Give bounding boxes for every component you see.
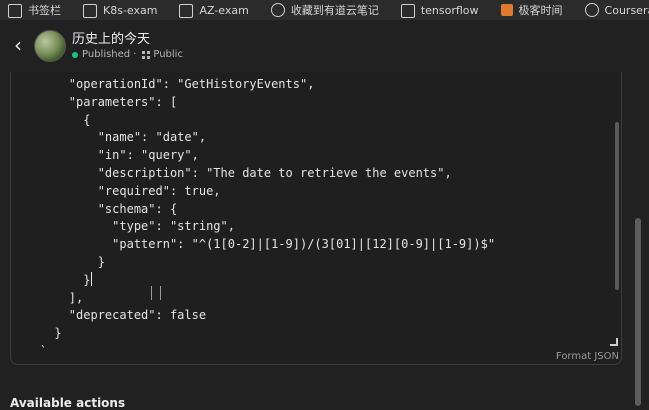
- visibility-text: Public: [153, 48, 183, 60]
- grid-icon: [142, 50, 151, 59]
- bookmark-item[interactable]: tensorflow: [400, 3, 479, 18]
- bookmark-item[interactable]: 收藏到有道云笔记: [270, 2, 379, 18]
- schema-code[interactable]: "operationId": "GetHistoryEvents", "para…: [11, 76, 495, 361]
- back-chevron-icon[interactable]: ‹: [8, 35, 28, 56]
- code-line: "type": "string",: [11, 219, 235, 234]
- code-line: "parameters": [: [11, 94, 178, 109]
- bookmark-item[interactable]: 极客时间: [500, 2, 563, 18]
- status-text: Published: [82, 48, 131, 60]
- available-actions-heading: Available actions: [10, 396, 126, 410]
- bookmark-item[interactable]: K8s-exam: [83, 3, 158, 18]
- resize-handle-icon[interactable]: [610, 338, 618, 346]
- bookmark-label: AZ-exam: [199, 3, 249, 17]
- status-line[interactable]: Published · Public: [72, 48, 183, 62]
- code-line: "required": true,: [11, 183, 221, 198]
- bookmark-item[interactable]: 书签栏: [8, 2, 61, 18]
- code-line: "pattern": "^(1[0-2]|[1-9])/(3[01]|[12][…: [11, 237, 496, 252]
- page-scrollbar[interactable]: [635, 218, 641, 406]
- code-line: "operationId": "GetHistoryEvents",: [11, 77, 315, 91]
- code-line: "in": "query",: [11, 148, 199, 163]
- published-dot-icon: [72, 51, 78, 58]
- globe-icon: [584, 3, 599, 17]
- bookmark-item[interactable]: AZ-exam: [179, 3, 249, 18]
- code-line: }: [11, 326, 62, 341]
- title-box: 历史上的今天 Published · Public: [72, 31, 183, 62]
- code-line: `: [11, 343, 48, 358]
- bookmark-label: 极客时间: [518, 4, 563, 17]
- folder-icon: [83, 4, 97, 18]
- page-title: 历史上的今天: [72, 31, 151, 47]
- app-icon: [500, 4, 513, 16]
- editor-scrollbar[interactable]: [615, 122, 619, 290]
- folder-icon: [179, 4, 194, 18]
- code-line: ],: [11, 290, 84, 305]
- bookmark-label: 收藏到有道云笔记: [290, 4, 379, 17]
- code-line: "schema": {: [11, 201, 178, 216]
- bookmark-label: tensorflow: [420, 3, 479, 17]
- folder-icon: [400, 4, 415, 18]
- text-cursor: [91, 271, 93, 286]
- code-line: "name": "date",: [11, 130, 207, 145]
- code-line: "deprecated": false: [11, 308, 207, 323]
- folder-icon: [8, 4, 22, 18]
- ibeam-cursor-icon: [151, 286, 161, 300]
- status-separator: ·: [133, 48, 137, 60]
- format-json-button[interactable]: Format JSON: [556, 351, 619, 362]
- globe-icon: [270, 3, 285, 17]
- schema-editor[interactable]: "operationId": "GetHistoryEvents", "para…: [10, 72, 622, 365]
- bookmarks-bar: 书签栏 K8s-exam AZ-exam 收藏到有道云笔记 tensorflow…: [0, 0, 649, 20]
- code-line-text: }: [11, 272, 91, 287]
- gpt-header: ‹ 历史上的今天 Published · Public: [0, 20, 649, 72]
- code-line: "description": "The date to retrieve the…: [11, 165, 452, 180]
- bookmark-label: 书签栏: [28, 4, 61, 17]
- avatar: [34, 30, 66, 62]
- code-line-with-cursor: }: [11, 271, 495, 290]
- bookmark-item[interactable]: Coursera | Or: [584, 3, 649, 17]
- code-line: {: [11, 112, 91, 127]
- bookmark-label: Coursera | Or: [604, 3, 649, 17]
- bookmark-label: K8s-exam: [103, 3, 158, 17]
- code-line: }: [11, 254, 105, 269]
